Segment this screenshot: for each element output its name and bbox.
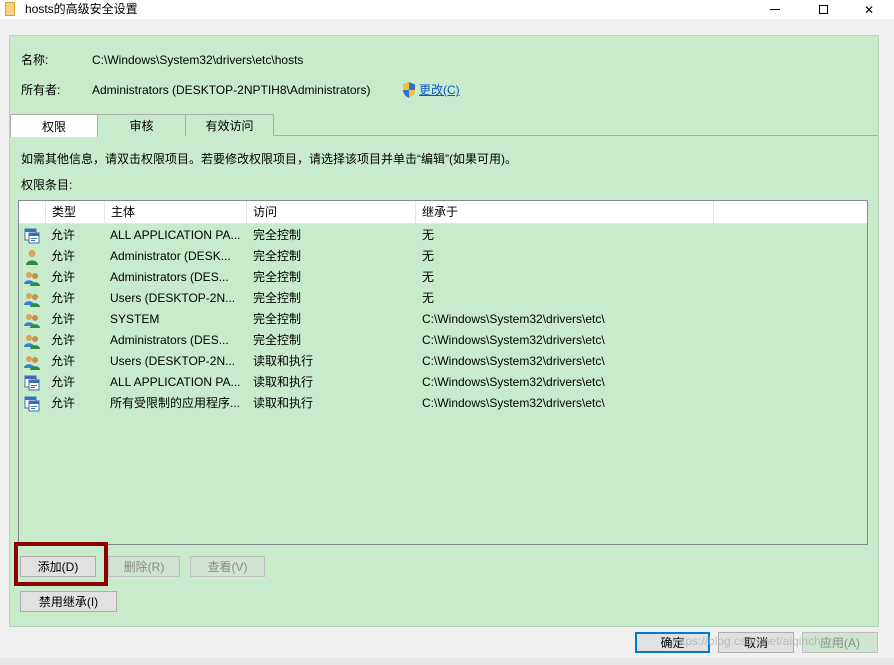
column-type[interactable]: 类型 <box>46 201 105 224</box>
tab-auditing[interactable]: 审核 <box>97 114 186 136</box>
maximize-icon <box>818 5 828 14</box>
row-principal-cell: ALL APPLICATION PA... <box>110 228 241 242</box>
row-inherited-cell: C:\Windows\System32\drivers\etc\ <box>422 396 605 410</box>
row-type-cell: 允许 <box>51 354 76 368</box>
row-access-cell: 完全控制 <box>253 228 302 242</box>
row-inherited-cell: 无 <box>422 228 435 242</box>
table-row[interactable]: 允许 所有受限制的应用程序... 读取和执行 C:\Windows\System32\… <box>19 393 867 414</box>
permission-entries-list[interactable]: 类型 主体 访问 继承于 允许 ALL APPLICATION PA... 完全控制… <box>18 200 868 545</box>
row-access-cell: 读取和执行 <box>253 396 314 410</box>
table-row[interactable]: 允许 Administrators (DES... 完全控制 C:\Windows\S… <box>19 330 867 351</box>
user-icon <box>24 249 40 265</box>
group-icon <box>24 354 40 370</box>
row-principal-cell: SYSTEM <box>110 312 160 326</box>
row-principal-cell: ALL APPLICATION PA... <box>110 375 241 389</box>
group-icon <box>24 291 40 307</box>
entries-label: 权限条目: <box>21 178 73 192</box>
row-principal-cell: Users (DESKTOP-2N... <box>110 354 236 368</box>
minimize-button[interactable] <box>752 0 798 19</box>
instructions-text: 如需其他信息，请双击权限项目。若要修改权限项目，请选择该项目并单击“编辑”(如果… <box>21 152 517 166</box>
tab-effective-access[interactable]: 有效访问 <box>185 114 274 136</box>
row-type-cell: 允许 <box>51 333 76 347</box>
row-principal-cell: 所有受限制的应用程序... <box>110 396 241 410</box>
column-inherited-from[interactable]: 继承于 <box>416 201 714 224</box>
name-label: 名称: <box>21 53 49 67</box>
row-inherited-cell: 无 <box>422 270 435 284</box>
row-type-cell: 允许 <box>51 228 76 242</box>
row-access-cell: 读取和执行 <box>253 354 314 368</box>
app-package-icon <box>24 375 40 391</box>
owner-value: Administrators (DESKTOP-2NPTIH8\Administ… <box>92 83 371 97</box>
row-type-cell: 允许 <box>51 375 76 389</box>
table-row[interactable]: 允许 Administrators (DES... 完全控制 无 <box>19 267 867 288</box>
table-row[interactable]: 允许 Users (DESKTOP-2N... 读取和执行 C:\Windows\Sy… <box>19 351 867 372</box>
tab-permissions[interactable]: 权限 <box>10 114 98 137</box>
minimize-icon <box>770 9 780 10</box>
row-inherited-cell: 无 <box>422 249 435 263</box>
column-principal[interactable]: 主体 <box>105 201 247 224</box>
group-icon <box>24 312 40 328</box>
row-access-cell: 完全控制 <box>253 291 302 305</box>
column-icon <box>19 201 46 224</box>
window-title: hosts的高级安全设置 <box>25 2 138 16</box>
row-type-cell: 允许 <box>51 270 76 284</box>
row-type-cell: 允许 <box>51 249 76 263</box>
owner-label: 所有者: <box>21 83 61 97</box>
group-icon <box>24 270 40 286</box>
row-principal-cell: Administrator (DESK... <box>110 249 231 263</box>
name-value: C:\Windows\System32\drivers\etc\hosts <box>92 53 304 67</box>
table-row[interactable]: 允许 Administrator (DESK... 完全控制 无 <box>19 246 867 267</box>
row-access-cell: 读取和执行 <box>253 375 314 389</box>
close-icon: ✕ <box>863 2 875 17</box>
disable-inheritance-button[interactable]: 禁用继承(I) <box>20 591 117 612</box>
row-access-cell: 完全控制 <box>253 249 302 263</box>
list-header: 类型 主体 访问 继承于 <box>19 201 867 224</box>
row-access-cell: 完全控制 <box>253 270 302 284</box>
row-inherited-cell: C:\Windows\System32\drivers\etc\ <box>422 312 605 326</box>
file-icon <box>5 2 15 16</box>
table-row[interactable]: 允许 SYSTEM 完全控制 C:\Windows\System32\drivers\… <box>19 309 867 330</box>
row-inherited-cell: C:\Windows\System32\drivers\etc\ <box>422 333 605 347</box>
maximize-button[interactable] <box>800 0 846 19</box>
row-access-cell: 完全控制 <box>253 312 302 326</box>
bottom-strip <box>0 658 894 665</box>
row-type-cell: 允许 <box>51 396 76 410</box>
column-access[interactable]: 访问 <box>247 201 416 224</box>
row-principal-cell: Administrators (DES... <box>110 270 229 284</box>
row-access-cell: 完全控制 <box>253 333 302 347</box>
app-package-icon <box>24 396 40 412</box>
row-type-cell: 允许 <box>51 291 76 305</box>
table-row[interactable]: 允许 Users (DESKTOP-2N... 完全控制 无 <box>19 288 867 309</box>
remove-button[interactable]: 删除(R) <box>108 556 180 577</box>
table-row[interactable]: 允许 ALL APPLICATION PA... 读取和执行 C:\Windows\S… <box>19 372 867 393</box>
close-button[interactable]: ✕ <box>846 0 892 19</box>
row-type-cell: 允许 <box>51 312 76 326</box>
group-icon <box>24 333 40 349</box>
view-button[interactable]: 查看(V) <box>190 556 265 577</box>
uac-shield-icon <box>403 82 415 98</box>
row-inherited-cell: C:\Windows\System32\drivers\etc\ <box>422 375 605 389</box>
app-package-icon <box>24 228 40 244</box>
row-principal-cell: Administrators (DES... <box>110 333 229 347</box>
title-bar: hosts的高级安全设置 ✕ <box>0 0 894 19</box>
add-button[interactable]: 添加(D) <box>20 556 96 577</box>
change-owner-link[interactable]: 更改(C) <box>419 82 460 98</box>
watermark-text: https://blog.csdn.net/aiqinchao <box>672 634 835 648</box>
row-inherited-cell: 无 <box>422 291 435 305</box>
row-inherited-cell: C:\Windows\System32\drivers\etc\ <box>422 354 605 368</box>
table-row[interactable]: 允许 ALL APPLICATION PA... 完全控制 无 <box>19 225 867 246</box>
row-principal-cell: Users (DESKTOP-2N... <box>110 291 236 305</box>
